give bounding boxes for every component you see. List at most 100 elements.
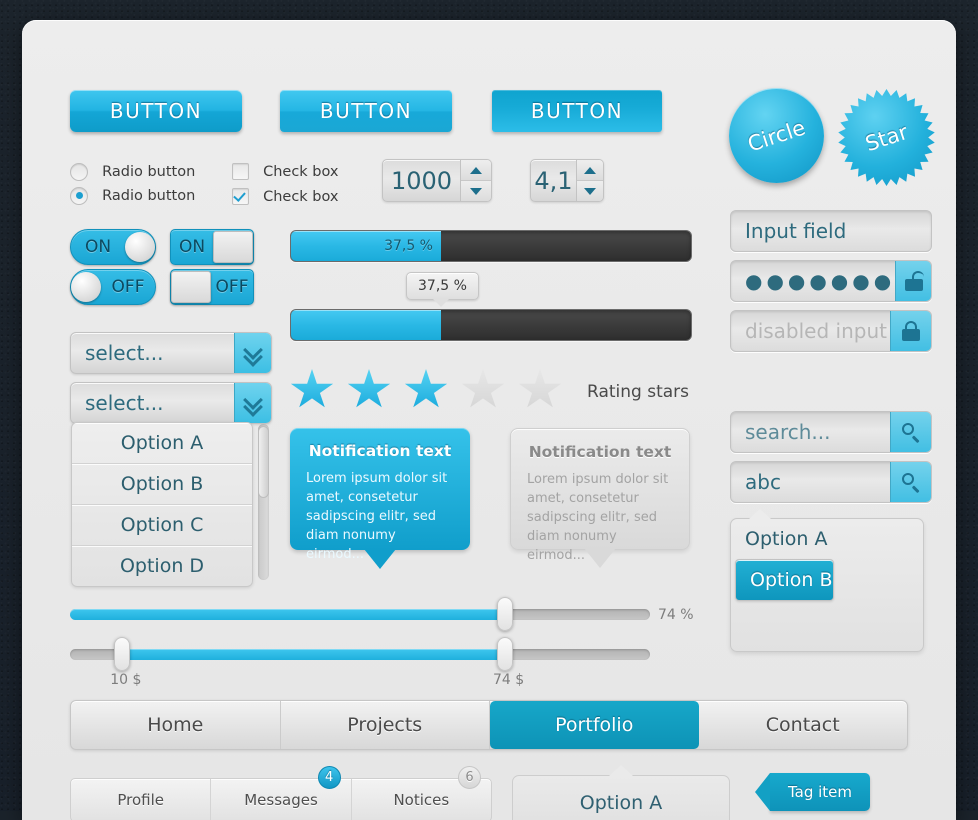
secondary-button[interactable]: BUTTON xyxy=(280,90,452,132)
spinner-2-decrement[interactable] xyxy=(577,181,603,201)
autocomplete-arrow xyxy=(749,509,771,519)
autocomplete-option-selected[interactable]: Option B xyxy=(735,559,834,601)
star-icon[interactable] xyxy=(404,369,448,411)
toggle-knob[interactable] xyxy=(213,231,253,263)
radio-option-2-label: Radio button xyxy=(102,188,195,204)
search-input-placeholder[interactable]: search... xyxy=(731,412,890,452)
double-chevron-down-icon[interactable] xyxy=(234,383,271,423)
triangle-up-icon xyxy=(470,167,482,174)
triangle-up-icon xyxy=(584,167,596,174)
dropdown-option[interactable]: Option D xyxy=(72,546,252,586)
tertiary-button[interactable]: BUTTON xyxy=(492,90,662,132)
lock-open-icon[interactable] xyxy=(895,261,931,301)
select-1-value: select... xyxy=(71,333,234,373)
select-2-value: select... xyxy=(71,383,234,423)
radio-option-1[interactable]: Radio button xyxy=(70,161,195,181)
spinner-2-increment[interactable] xyxy=(577,160,603,181)
slider-range-handle-max[interactable] xyxy=(497,637,513,671)
star-icon[interactable] xyxy=(518,369,562,411)
nav-tab-portfolio[interactable]: Portfolio xyxy=(490,701,699,749)
sub-nav-tabs[interactable]: ProfileMessages4Notices6 xyxy=(70,778,492,820)
checkbox-option-1[interactable]: Check box xyxy=(232,161,339,180)
checkbox-option-2-label: Check box xyxy=(263,189,338,205)
subnav-tab-notices[interactable]: Notices6 xyxy=(352,779,491,820)
rating-stars-label: Rating stars xyxy=(587,382,689,402)
nav-tab-home[interactable]: Home xyxy=(71,701,281,749)
main-nav-tabs[interactable]: HomeProjectsPortfolioContact xyxy=(70,700,908,750)
nav-tab-projects[interactable]: Projects xyxy=(281,701,491,749)
progress-tooltip-label: 37,5 % xyxy=(418,278,467,294)
disabled-input-field: disabled input xyxy=(730,310,932,352)
subnav-tab-profile[interactable]: Profile xyxy=(71,779,211,820)
slider-single-handle[interactable] xyxy=(497,597,513,631)
dropdown-option[interactable]: Option C xyxy=(72,505,252,546)
subnav-tab-label: Notices xyxy=(393,791,449,809)
text-input-value[interactable]: Input field xyxy=(731,211,931,251)
subnav-tab-label: Messages xyxy=(244,791,318,809)
text-input-field[interactable]: Input field xyxy=(730,210,932,252)
star-badge-button[interactable]: Star xyxy=(838,89,935,186)
subnav-tab-messages[interactable]: Messages4 xyxy=(211,779,351,820)
double-chevron-down-icon[interactable] xyxy=(234,333,271,373)
spinner-1-increment[interactable] xyxy=(461,160,491,181)
checkbox-icon[interactable] xyxy=(232,163,249,180)
password-input-value[interactable]: ●●●●●●● xyxy=(731,261,895,301)
star-icon[interactable] xyxy=(347,369,391,411)
toggle-on-round[interactable]: ON xyxy=(70,229,156,265)
slider-range-fill xyxy=(122,649,505,660)
slider-range-handle-min[interactable] xyxy=(114,637,130,671)
progress-bar-plain xyxy=(290,309,692,341)
radio-icon[interactable] xyxy=(70,163,88,181)
dropdown-option[interactable]: Option B xyxy=(72,464,252,505)
search-icon[interactable] xyxy=(890,462,931,502)
select-open-2[interactable]: select... xyxy=(70,382,272,424)
search-icon[interactable] xyxy=(890,412,931,452)
select-closed-1[interactable]: select... xyxy=(70,332,272,374)
checkbox-checked-icon[interactable] xyxy=(232,188,249,205)
star-badge-label: Star xyxy=(862,119,910,155)
toggle-off-round[interactable]: OFF xyxy=(70,269,156,305)
dropdown-scrollbar-thumb[interactable] xyxy=(258,426,269,498)
notification-gray: Notification text Lorem ipsum dolor sit … xyxy=(510,428,690,550)
checkbox-option-2[interactable]: Check box xyxy=(232,186,339,205)
search-input-filled[interactable]: abc xyxy=(730,461,932,503)
toggle-off-square[interactable]: OFF xyxy=(170,269,254,305)
spinner-1-decrement[interactable] xyxy=(461,181,491,201)
number-spinner-2[interactable]: 4,1 xyxy=(530,159,604,202)
ui-kit-panel: BUTTON BUTTON BUTTON Circle Star Radio b… xyxy=(22,20,956,820)
spinner-2-buttons xyxy=(576,160,603,201)
accordion-header[interactable]: Option A xyxy=(512,775,730,820)
triangle-down-icon xyxy=(470,188,482,195)
toggle-on-square[interactable]: ON xyxy=(170,229,254,265)
triangle-down-icon xyxy=(584,188,596,195)
rating-stars[interactable] xyxy=(290,369,562,411)
notification-badge: 4 xyxy=(318,766,341,789)
toggle-knob[interactable] xyxy=(171,271,211,303)
toggle-knob[interactable] xyxy=(71,272,101,302)
slider-single-value: 74 % xyxy=(658,607,694,623)
circle-badge-label: Circle xyxy=(745,115,809,156)
select-option-list[interactable]: Option AOption BOption COption D xyxy=(71,422,253,587)
radio-selected-icon[interactable] xyxy=(70,187,88,205)
notification-tail xyxy=(364,549,396,569)
number-spinner-1[interactable]: 1000 xyxy=(382,159,492,202)
star-icon[interactable] xyxy=(461,369,505,411)
autocomplete-option[interactable]: Option A xyxy=(731,519,923,559)
toggle-off-square-label: OFF xyxy=(211,277,253,297)
slider-range-min-label: 10 $ xyxy=(110,672,141,688)
tag-item[interactable]: Tag item xyxy=(770,773,870,811)
nav-tab-contact[interactable]: Contact xyxy=(699,701,908,749)
dropdown-option[interactable]: Option A xyxy=(72,423,252,464)
search-input-empty[interactable]: search... xyxy=(730,411,932,453)
spinner-1-value[interactable]: 1000 xyxy=(383,160,460,201)
circle-badge-button[interactable]: Circle xyxy=(729,88,824,183)
autocomplete-results[interactable]: Option AOption BOption C xyxy=(730,518,924,652)
spinner-2-value[interactable]: 4,1 xyxy=(531,160,576,201)
primary-button[interactable]: BUTTON xyxy=(70,90,242,132)
radio-option-2[interactable]: Radio button xyxy=(70,186,195,206)
password-input-field[interactable]: ●●●●●●● xyxy=(730,260,932,302)
progress-value-label: 37,5 % xyxy=(384,238,441,254)
star-icon[interactable] xyxy=(290,369,334,411)
search-input-value[interactable]: abc xyxy=(731,462,890,502)
toggle-knob[interactable] xyxy=(125,232,155,262)
